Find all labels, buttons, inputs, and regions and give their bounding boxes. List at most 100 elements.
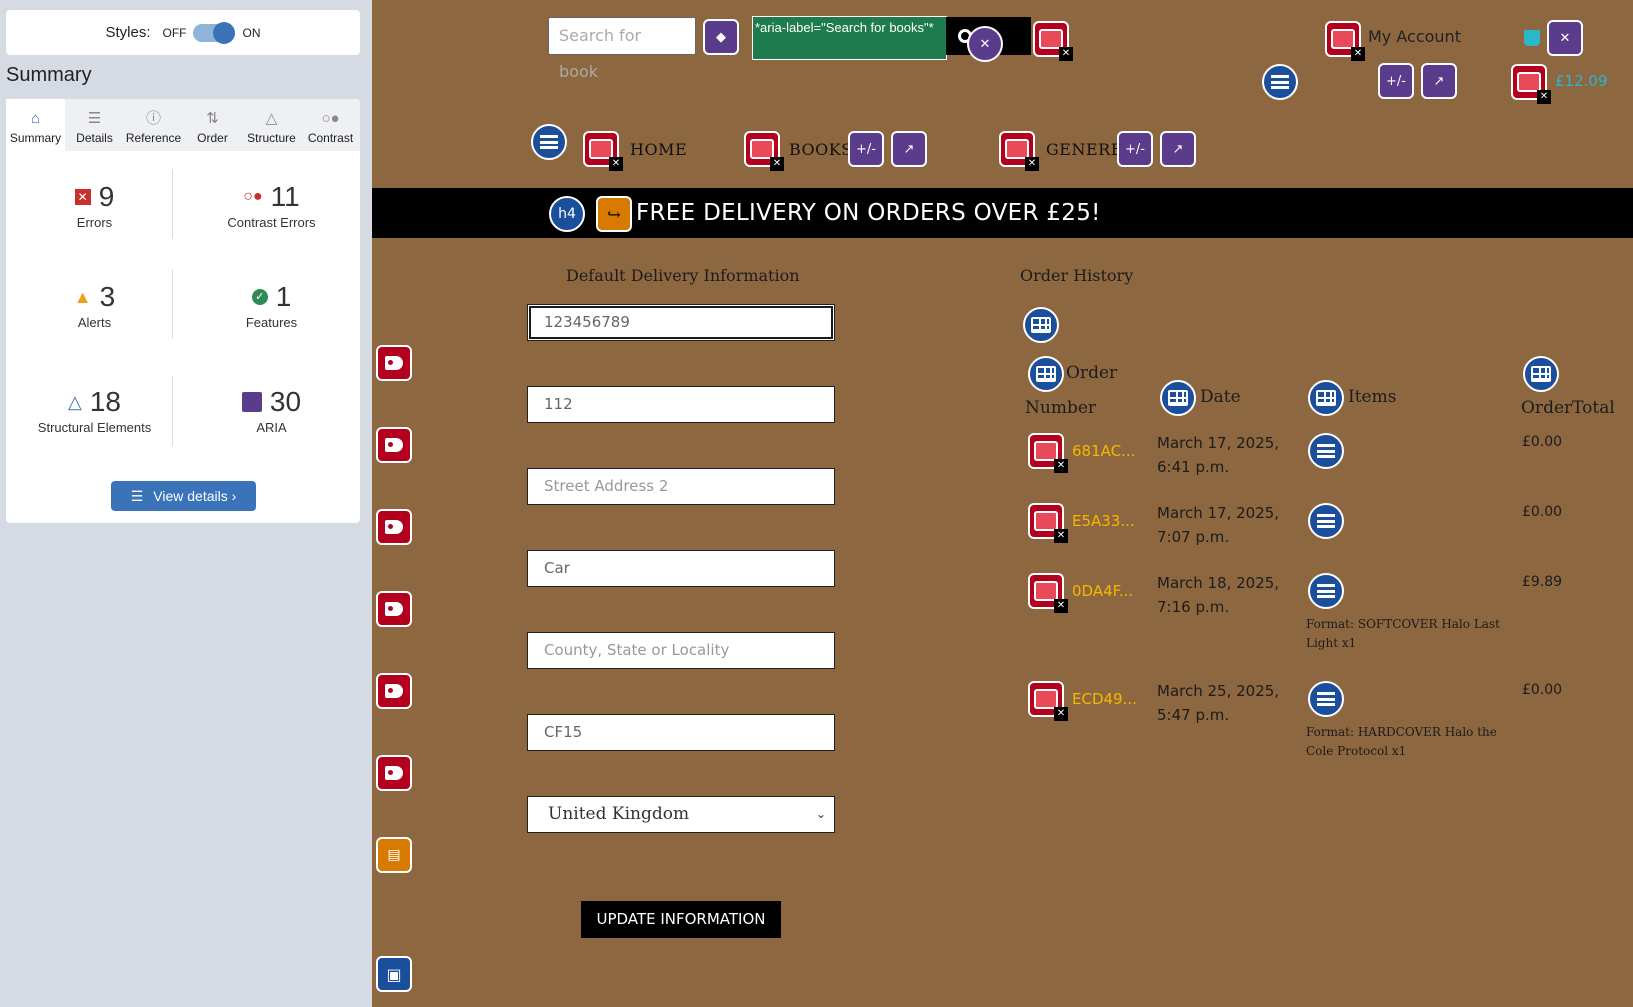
aria-close-icon[interactable]: ✕ <box>1547 20 1583 56</box>
close-icon: ✕ <box>770 157 784 171</box>
table-structure-icon[interactable] <box>1023 307 1059 343</box>
error-icon[interactable]: ✕ <box>1511 64 1551 104</box>
nav-genere[interactable]: GENERE <box>1046 140 1123 159</box>
error-icon: ✕ <box>74 189 91 205</box>
postcode-field[interactable]: CF15 <box>527 714 835 751</box>
stat-alerts[interactable]: ▲ 3 Alerts <box>6 281 183 330</box>
tag-error-icon[interactable] <box>376 509 412 545</box>
list-structure-icon[interactable] <box>1262 64 1298 100</box>
structure-icon: △ <box>265 110 278 127</box>
aria-expand-icon[interactable]: +/- <box>848 131 884 167</box>
list-structure-icon[interactable] <box>1308 681 1344 717</box>
order-date-line2: 6:41 p.m. <box>1157 458 1230 476</box>
aria-expand-icon[interactable]: +/- <box>1378 63 1414 99</box>
stat-structural[interactable]: △ 18 Structural Elements <box>6 386 183 435</box>
my-account-link[interactable]: My Account <box>1368 27 1461 46</box>
wave-sidebar: Styles: OFF ON Summary ⌂ Summary ☰ Detai… <box>0 0 372 1007</box>
tag-error-icon[interactable] <box>376 427 412 463</box>
error-icon[interactable]: ✕ <box>583 131 623 171</box>
structure-region-icon[interactable]: ▣ <box>376 956 412 992</box>
nav-home[interactable]: HOME <box>630 140 687 159</box>
phone-field[interactable]: 123456789 <box>527 304 835 341</box>
errors-label: Errors <box>76 215 113 230</box>
order-date-line1: March 25, 2025, <box>1157 682 1280 700</box>
table-header-icon[interactable] <box>1028 356 1064 392</box>
tab-label: Contrast <box>307 131 354 145</box>
search-input[interactable]: Search for book <box>548 17 696 81</box>
tab-label: Details <box>76 131 113 145</box>
list-structure-icon[interactable] <box>531 124 567 160</box>
error-icon[interactable]: ✕ <box>1325 21 1365 61</box>
error-icon[interactable]: ✕ <box>1028 503 1068 543</box>
error-icon[interactable]: ✕ <box>999 131 1039 171</box>
header-items: Items <box>1348 387 1397 407</box>
tab-order[interactable]: ⇅ Order <box>183 99 242 151</box>
tag-error-icon[interactable] <box>376 673 412 709</box>
error-icon[interactable]: ✕ <box>1028 433 1068 473</box>
heading-h4-icon[interactable]: h4 <box>549 196 585 232</box>
stat-contrast[interactable]: ○● 11 Contrast Errors <box>183 181 360 230</box>
order-link[interactable]: 681AC... <box>1072 442 1135 460</box>
order-date-line1: March 17, 2025, <box>1157 434 1280 452</box>
tab-contrast[interactable]: ○● Contrast <box>301 99 360 151</box>
view-details-button[interactable]: ☰ View details › <box>111 481 256 511</box>
tag-error-icon[interactable] <box>376 345 412 381</box>
list-structure-icon[interactable] <box>1308 433 1344 469</box>
table-header-icon[interactable] <box>1308 380 1344 416</box>
banner-text: FREE DELIVERY ON ORDERS OVER £25! <box>636 200 1101 226</box>
aria-expand-icon[interactable]: +/- <box>1117 131 1153 167</box>
tag-error-icon[interactable] <box>376 591 412 627</box>
table-header-icon[interactable] <box>1160 380 1196 416</box>
wave-tabs: ⌂ Summary ☰ Details ⓘ Reference ⇅ Order … <box>6 99 360 151</box>
info-icon: ⓘ <box>145 110 161 127</box>
stat-errors[interactable]: ✕ 9 Errors <box>6 181 183 230</box>
header-ordertotal: OrderTotal <box>1521 398 1615 418</box>
city-field[interactable]: Car <box>527 550 835 587</box>
aria-popup-icon[interactable]: ↗ <box>1160 131 1196 167</box>
order-link[interactable]: E5A33... <box>1072 512 1135 530</box>
order-link[interactable]: 0DA4F... <box>1072 582 1133 600</box>
error-icon[interactable]: ✕ <box>1033 21 1073 61</box>
table-header-icon[interactable] <box>1523 356 1559 392</box>
alert-icon[interactable]: ▤ <box>376 837 412 873</box>
tab-label: Structure <box>247 131 296 145</box>
features-count: 1 <box>275 281 292 312</box>
aria-close-icon[interactable]: ✕ <box>967 26 1003 62</box>
close-icon: ✕ <box>1059 47 1073 61</box>
cart-total[interactable]: £12.09 <box>1555 72 1608 90</box>
styles-off-label: OFF <box>162 25 187 40</box>
order-link[interactable]: ECD49... <box>1072 690 1137 708</box>
stat-features[interactable]: ✓ 1 Features <box>183 281 360 330</box>
shopping-bag-icon[interactable] <box>1524 30 1540 46</box>
address1-field[interactable]: 112 <box>527 386 835 423</box>
tab-reference[interactable]: ⓘ Reference <box>124 99 183 151</box>
address2-field[interactable]: Street Address 2 <box>527 468 835 505</box>
aria-popup-icon[interactable]: ↗ <box>891 131 927 167</box>
error-icon[interactable]: ✕ <box>1028 681 1068 721</box>
close-icon: ✕ <box>1025 157 1039 171</box>
county-field[interactable]: County, State or Locality <box>527 632 835 669</box>
redundant-link-alert-icon[interactable]: ↪ <box>596 196 632 232</box>
aria-label-icon[interactable]: ◆ <box>703 19 739 55</box>
stat-aria[interactable]: 30 ARIA <box>183 386 360 435</box>
tab-structure[interactable]: △ Structure <box>242 99 301 151</box>
update-information-button[interactable]: UPDATE INFORMATION <box>581 901 781 938</box>
tab-summary[interactable]: ⌂ Summary <box>6 99 65 151</box>
divider <box>172 269 173 339</box>
home-icon: ⌂ <box>30 110 41 127</box>
error-icon[interactable]: ✕ <box>744 131 784 171</box>
tab-details[interactable]: ☰ Details <box>65 99 124 151</box>
tag-error-icon[interactable] <box>376 755 412 791</box>
toggle-knob[interactable] <box>212 21 235 44</box>
nav-books[interactable]: BOOKS <box>789 140 853 159</box>
list-structure-icon[interactable] <box>1308 573 1344 609</box>
country-select[interactable]: United Kingdom ⌄ <box>527 796 835 833</box>
list-structure-icon[interactable] <box>1308 503 1344 539</box>
styles-toggle[interactable] <box>192 21 235 44</box>
error-icon[interactable]: ✕ <box>1028 573 1068 613</box>
divider <box>172 169 173 239</box>
aria-label: ARIA <box>256 420 287 435</box>
aria-popup-icon[interactable]: ↗ <box>1421 63 1457 99</box>
view-details-label: View details › <box>153 488 237 504</box>
country-value: United Kingdom <box>548 804 690 824</box>
